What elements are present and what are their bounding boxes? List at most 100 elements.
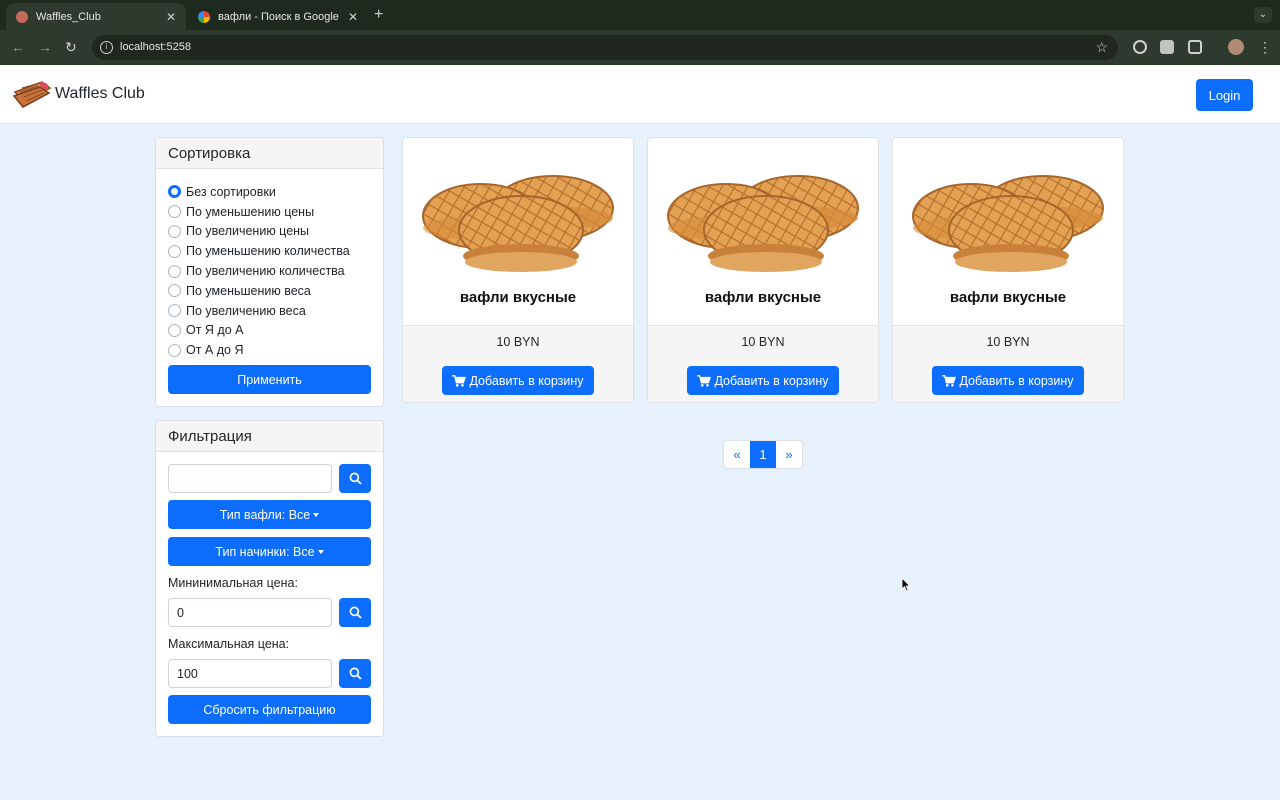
sort-option-label[interactable]: По уменьшению количества bbox=[186, 244, 350, 258]
max-price-search-button[interactable] bbox=[339, 659, 371, 688]
sort-option[interactable]: По увеличению цены bbox=[168, 222, 350, 242]
browser-toolbar: ← → ↻ i localhost:5258 ☆ ⋮ bbox=[0, 30, 1280, 65]
sort-radio[interactable] bbox=[168, 343, 181, 357]
filling-type-label: Тип начинки: Все bbox=[215, 544, 315, 559]
extension-icon[interactable] bbox=[1160, 40, 1174, 54]
product-price: 10 BYN bbox=[986, 335, 1030, 349]
sort-option-label[interactable]: По увеличению цены bbox=[186, 224, 309, 238]
reset-filter-button[interactable]: Сбросить фильтрацию bbox=[168, 695, 371, 724]
add-to-cart-button[interactable]: Добавить в корзину bbox=[687, 366, 839, 395]
sort-option[interactable]: Без сортировки bbox=[168, 182, 350, 202]
sort-options-list: Без сортировки По уменьшению цены По увели… bbox=[168, 182, 350, 360]
product-image bbox=[893, 138, 1123, 284]
apply-sort-button[interactable]: Применить bbox=[168, 365, 371, 394]
browser-menu-icon[interactable]: ⋮ bbox=[1258, 39, 1272, 56]
product-name: вафли вкусные bbox=[704, 289, 822, 306]
sort-option[interactable]: По увеличению количества bbox=[168, 261, 350, 281]
product-name: вафли вкусные bbox=[949, 289, 1067, 306]
pagination: « 1 » bbox=[723, 440, 803, 469]
sort-option-label[interactable]: По уменьшению цены bbox=[186, 205, 314, 219]
pagination-next[interactable]: » bbox=[776, 441, 802, 468]
min-price-search-button[interactable] bbox=[339, 598, 371, 627]
sort-option-label[interactable]: От Я до А bbox=[186, 323, 243, 337]
max-price-input[interactable]: 100 bbox=[168, 659, 332, 688]
pagination-page-1[interactable]: 1 bbox=[750, 441, 776, 468]
sort-option-label[interactable]: По увеличению количества bbox=[186, 264, 345, 278]
sort-radio[interactable] bbox=[168, 284, 181, 298]
site-navbar: Waffles Club Login bbox=[0, 65, 1280, 124]
forward-icon[interactable]: → bbox=[38, 39, 52, 55]
address-bar[interactable]: i localhost:5258 ☆ bbox=[92, 35, 1118, 60]
browser-tab-waffles[interactable]: Waffles_Club ✕ bbox=[6, 3, 186, 30]
waffle-image bbox=[667, 175, 859, 272]
profile-avatar[interactable] bbox=[1228, 39, 1244, 55]
sort-option-label[interactable]: По уменьшению веса bbox=[186, 284, 311, 298]
sort-radio[interactable] bbox=[168, 224, 181, 238]
sorting-title: Сортировка bbox=[156, 138, 383, 169]
sort-option[interactable]: От А до Я bbox=[168, 340, 350, 360]
extensions-puzzle-icon[interactable] bbox=[1188, 40, 1202, 54]
min-price-input[interactable]: 0 bbox=[168, 598, 332, 627]
sort-option-label[interactable]: Без сортировки bbox=[186, 185, 276, 199]
sort-radio[interactable] bbox=[168, 264, 181, 278]
add-to-cart-button[interactable]: Добавить в корзину bbox=[442, 366, 594, 395]
waffle-type-dropdown[interactable]: Тип вафли: Все bbox=[168, 500, 371, 529]
sort-radio[interactable] bbox=[168, 304, 181, 318]
product-footer: 10 BYN Добавить в корзину bbox=[893, 325, 1123, 402]
login-button[interactable]: Login bbox=[1196, 79, 1253, 111]
sort-option[interactable]: По увеличению веса bbox=[168, 301, 350, 321]
bookmark-star-icon[interactable]: ☆ bbox=[1095, 39, 1108, 56]
cart-icon bbox=[942, 374, 957, 387]
product-price: 10 BYN bbox=[496, 335, 540, 349]
extension-record-icon[interactable] bbox=[1133, 40, 1147, 54]
product-footer: 10 BYN Добавить в корзину bbox=[648, 325, 878, 402]
search-icon bbox=[349, 606, 362, 619]
sort-option-label[interactable]: От А до Я bbox=[186, 343, 243, 357]
sort-option[interactable]: От Я до А bbox=[168, 321, 350, 341]
product-image bbox=[648, 138, 878, 284]
add-to-cart-label: Добавить в корзину bbox=[714, 373, 829, 388]
sort-radio[interactable] bbox=[168, 244, 181, 258]
google-favicon-icon bbox=[198, 10, 210, 23]
max-price-label: Максимальная цена: bbox=[168, 637, 290, 651]
browser-tab-google[interactable]: вафли - Поиск в Google ✕ bbox=[188, 3, 368, 30]
close-tab-icon[interactable]: ✕ bbox=[166, 10, 176, 24]
sort-radio[interactable] bbox=[168, 323, 181, 337]
brand-link[interactable]: Waffles Club bbox=[12, 78, 145, 110]
browser-tab-bar: Waffles_Club ✕ вафли - Поиск в Google ✕ … bbox=[0, 0, 1280, 30]
sort-radio[interactable] bbox=[168, 205, 181, 219]
waffle-image bbox=[422, 175, 614, 272]
tab-title: вафли - Поиск в Google bbox=[218, 10, 339, 23]
product-card: вафли вкусные 10 BYN Добавить в корзину bbox=[647, 137, 879, 403]
site-info-icon[interactable]: i bbox=[100, 41, 113, 54]
cart-icon bbox=[452, 374, 467, 387]
tab-search-icon[interactable]: ⌄ bbox=[1254, 7, 1272, 23]
add-to-cart-label: Добавить в корзину bbox=[959, 373, 1074, 388]
sort-option[interactable]: По уменьшению цены bbox=[168, 202, 350, 222]
filter-title: Фильтрация bbox=[156, 421, 383, 452]
waffle-type-label: Тип вафли: Все bbox=[219, 507, 311, 522]
back-icon[interactable]: ← bbox=[11, 39, 25, 55]
product-footer: 10 BYN Добавить в корзину bbox=[403, 325, 633, 402]
pagination-prev[interactable]: « bbox=[724, 441, 750, 468]
filling-type-dropdown[interactable]: Тип начинки: Все bbox=[168, 537, 371, 566]
new-tab-icon[interactable]: + bbox=[374, 6, 383, 24]
sort-option[interactable]: По уменьшению количества bbox=[168, 241, 350, 261]
search-button[interactable] bbox=[339, 464, 371, 493]
cart-icon bbox=[697, 374, 712, 387]
sorting-panel: Сортировка Без сортировки По уменьшению ц… bbox=[155, 137, 384, 407]
reload-icon[interactable]: ↻ bbox=[65, 39, 77, 56]
brand-name[interactable]: Waffles Club bbox=[55, 85, 145, 103]
add-to-cart-button[interactable]: Добавить в корзину bbox=[932, 366, 1084, 395]
sort-option-label[interactable]: По увеличению веса bbox=[186, 304, 306, 318]
url-text[interactable]: localhost:5258 bbox=[120, 41, 191, 53]
caret-down-icon bbox=[313, 512, 320, 517]
sort-option[interactable]: По уменьшению веса bbox=[168, 281, 350, 301]
min-price-label: Мининимальная цена: bbox=[168, 576, 298, 590]
search-input[interactable] bbox=[168, 464, 332, 493]
close-tab-icon[interactable]: ✕ bbox=[348, 10, 358, 24]
product-price: 10 BYN bbox=[741, 335, 785, 349]
product-card: вафли вкусные 10 BYN Добавить в корзину bbox=[402, 137, 634, 403]
sort-radio[interactable] bbox=[168, 185, 181, 199]
product-name: вафли вкусные bbox=[459, 289, 577, 306]
